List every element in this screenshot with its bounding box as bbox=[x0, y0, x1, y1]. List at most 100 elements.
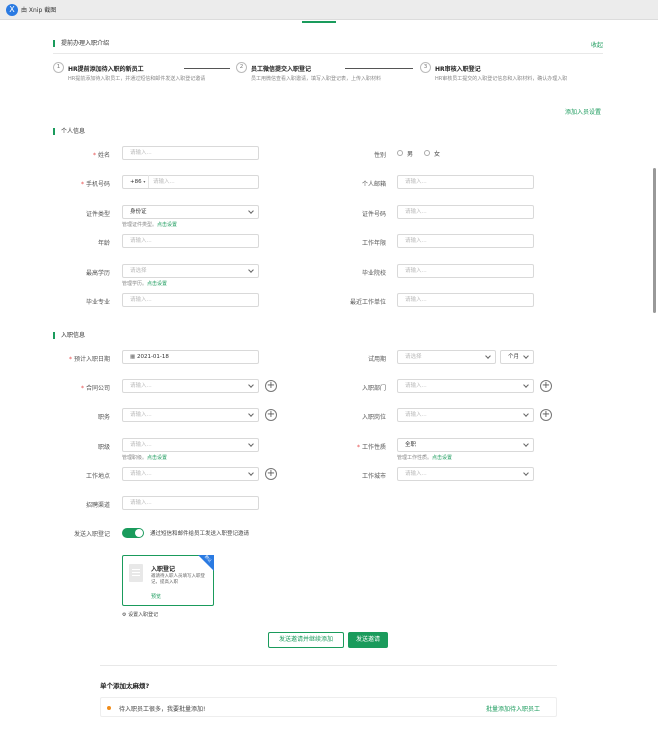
add-company-button[interactable]: + bbox=[265, 380, 277, 392]
phone-label: * 手机号码 bbox=[80, 181, 110, 188]
phone-divider bbox=[148, 175, 149, 188]
chevron-down-icon bbox=[248, 382, 254, 388]
chevron-down-icon bbox=[523, 411, 529, 417]
registration-settings-link[interactable]: ⚙ 设置入职登记 bbox=[122, 611, 158, 618]
probation-label: 试用期 bbox=[367, 356, 386, 363]
chevron-down-icon bbox=[523, 441, 529, 447]
calendar-icon: ▦ bbox=[130, 354, 137, 360]
rank-select[interactable]: 请输入... bbox=[122, 438, 259, 452]
probation-unit-value: 个月 bbox=[508, 354, 520, 360]
send-invite-button[interactable]: 发送邀请 bbox=[348, 632, 388, 648]
probation-select[interactable]: 请选择 bbox=[397, 350, 496, 364]
probation-placeholder: 请选择 bbox=[405, 354, 422, 360]
send-and-continue-button[interactable]: 发送邀请并继续添加 bbox=[268, 632, 344, 648]
email-label: 个人邮箱 bbox=[361, 181, 386, 188]
warning-dot-icon bbox=[107, 706, 111, 710]
chevron-down-icon bbox=[523, 382, 529, 388]
card-preview-link[interactable]: 预览 bbox=[151, 593, 161, 600]
female-label: 女 bbox=[434, 151, 441, 158]
send-registration-desc: 通过短信和邮件给员工发送入职登记邀请 bbox=[150, 531, 250, 537]
location-select[interactable]: 请输入... bbox=[122, 467, 259, 481]
education-placeholder: 请选择 bbox=[130, 268, 147, 274]
step-1-number: 1 bbox=[53, 62, 64, 73]
add-post-button[interactable]: + bbox=[540, 409, 552, 421]
send-registration-toggle[interactable] bbox=[122, 528, 144, 538]
add-staff-settings-link[interactable]: 添加入员设置 bbox=[565, 107, 601, 116]
email-input[interactable]: 请输入... bbox=[397, 175, 534, 189]
male-radio[interactable] bbox=[397, 150, 403, 156]
school-label: 毕业院校 bbox=[361, 270, 386, 277]
work-years-label: 工作年限 bbox=[361, 240, 386, 247]
school-input[interactable]: 请输入... bbox=[397, 264, 534, 278]
onboard-date-picker[interactable]: ▦ 2021-01-18 bbox=[122, 350, 259, 364]
last-company-input[interactable]: 请输入... bbox=[397, 293, 534, 307]
position-placeholder: 请输入... bbox=[130, 412, 152, 418]
education-settings-link[interactable]: 点击设置 bbox=[147, 281, 167, 287]
education-label: 最高学历 bbox=[85, 270, 110, 277]
gender-label: 性别 bbox=[373, 152, 386, 159]
channel-input[interactable]: 请输入... bbox=[122, 496, 259, 510]
post-label: 入职岗位 bbox=[361, 414, 386, 421]
name-input[interactable]: 请输入... bbox=[122, 146, 259, 160]
age-input[interactable]: 请输入... bbox=[122, 234, 259, 248]
batch-notice: 待入职员工很多，我要批量添加! 批量添加待入职员工 bbox=[100, 697, 557, 717]
step-connector bbox=[345, 68, 413, 69]
post-select[interactable]: 请输入... bbox=[397, 408, 534, 422]
nature-select[interactable]: 全职 bbox=[397, 438, 534, 452]
dept-label: 入职部门 bbox=[361, 385, 386, 392]
male-label: 男 bbox=[407, 151, 414, 158]
nature-value: 全职 bbox=[405, 442, 417, 448]
registration-card[interactable]: 默认 入职登记 邀请待入职人员填写入职登记，提高入职 预览 bbox=[122, 554, 214, 606]
step-connector bbox=[184, 68, 230, 69]
dept-placeholder: 请输入... bbox=[405, 383, 427, 389]
position-label: 职务 bbox=[97, 414, 110, 421]
card-title: 入职登记 bbox=[151, 566, 176, 573]
country-code-select[interactable]: +86 bbox=[130, 179, 142, 185]
id-type-label: 证件类型 bbox=[85, 211, 110, 218]
batch-add-link[interactable]: 批量添加待入职员工 bbox=[486, 704, 540, 713]
position-select[interactable]: 请输入... bbox=[122, 408, 259, 422]
id-type-value: 身份证 bbox=[130, 209, 147, 215]
intro-title: 提前办理入职介绍 bbox=[53, 40, 109, 47]
collapse-link[interactable]: 收起 bbox=[591, 40, 603, 49]
app-title: 由 Xnip 截图 bbox=[21, 7, 57, 14]
company-placeholder: 请输入... bbox=[130, 383, 152, 389]
dept-select[interactable]: 请输入... bbox=[397, 379, 534, 393]
channel-label: 招聘渠道 bbox=[85, 502, 110, 509]
add-dept-button[interactable]: + bbox=[540, 380, 552, 392]
chevron-down-icon bbox=[248, 441, 254, 447]
add-position-button[interactable]: + bbox=[265, 409, 277, 421]
age-label: 年龄 bbox=[97, 240, 110, 247]
chevron-down-icon bbox=[248, 208, 254, 214]
company-label: * 合同公司 bbox=[80, 385, 110, 392]
rank-settings-link[interactable]: 点击设置 bbox=[147, 455, 167, 461]
post-placeholder: 请输入... bbox=[405, 412, 427, 418]
nature-settings-link[interactable]: 点击设置 bbox=[432, 455, 452, 461]
chevron-down-icon bbox=[523, 470, 529, 476]
work-years-input[interactable]: 请输入... bbox=[397, 234, 534, 248]
chevron-down-icon bbox=[248, 470, 254, 476]
female-radio[interactable] bbox=[424, 150, 430, 156]
id-type-hint: 管理证件类型。点击设置 bbox=[122, 222, 178, 228]
city-select[interactable]: 请输入... bbox=[397, 467, 534, 481]
phone-placeholder: 请输入... bbox=[153, 179, 175, 185]
chevron-down-icon bbox=[248, 411, 254, 417]
card-desc: 邀请待入职人员填写入职登记，提高入职 bbox=[151, 574, 205, 585]
location-placeholder: 请输入... bbox=[130, 471, 152, 477]
step-1-desc: HR提前添加待入职员工，并通过短信和邮件发送入职登记邀请 bbox=[68, 76, 206, 82]
phone-input[interactable]: +86 ▾ 请输入... bbox=[122, 175, 259, 189]
step-2-desc: 员工用微信查看入职邀请，填写入职登记表，上传入职材料 bbox=[251, 76, 382, 82]
add-location-button[interactable]: + bbox=[265, 468, 277, 480]
city-label: 工作城市 bbox=[361, 473, 386, 480]
id-type-select[interactable]: 身份证 bbox=[122, 205, 259, 219]
vertical-scrollbar[interactable] bbox=[653, 168, 656, 313]
step-2-number: 2 bbox=[236, 62, 247, 73]
education-select[interactable]: 请选择 bbox=[122, 264, 259, 278]
id-type-settings-link[interactable]: 点击设置 bbox=[157, 222, 177, 228]
app-titlebar: X 由 Xnip 截图 bbox=[0, 0, 658, 20]
send-registration-label: 发送入职登记 bbox=[73, 531, 110, 538]
id-no-input[interactable]: 请输入... bbox=[397, 205, 534, 219]
probation-unit-select[interactable]: 个月 bbox=[500, 350, 534, 364]
company-select[interactable]: 请输入... bbox=[122, 379, 259, 393]
major-input[interactable]: 请输入... bbox=[122, 293, 259, 307]
